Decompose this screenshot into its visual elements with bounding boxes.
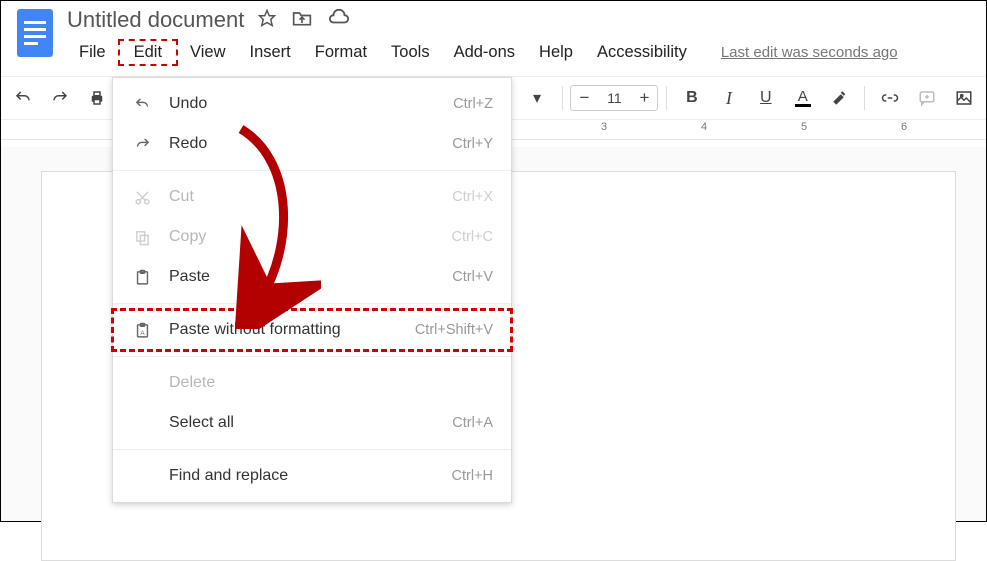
- highlight-color-button[interactable]: [823, 81, 856, 115]
- menu-file[interactable]: File: [67, 39, 118, 66]
- menu-addons[interactable]: Add-ons: [442, 39, 527, 66]
- undo-icon: [131, 96, 153, 113]
- cloud-status-icon[interactable]: [328, 9, 350, 32]
- menu-edit[interactable]: Edit: [118, 39, 178, 66]
- menu-item-label: Paste: [169, 268, 452, 286]
- redo-icon: [131, 136, 153, 153]
- menu-item-label: Paste without formatting: [169, 321, 415, 339]
- menu-item-shortcut: Ctrl+V: [452, 269, 493, 285]
- copy-icon: [131, 229, 153, 246]
- underline-button[interactable]: U: [749, 81, 782, 115]
- ruler-mark: 5: [801, 121, 807, 133]
- menu-item-find-and-replace[interactable]: Find and replace Ctrl+H: [113, 456, 511, 496]
- menu-item-label: Select all: [169, 414, 452, 432]
- menu-item-delete: Delete: [113, 363, 511, 403]
- style-dropdown-arrow-icon[interactable]: ▾: [521, 81, 554, 115]
- menubar: File Edit View Insert Format Tools Add-o…: [67, 39, 898, 66]
- menu-format[interactable]: Format: [303, 39, 379, 66]
- star-icon[interactable]: [258, 9, 276, 32]
- cut-icon: [131, 189, 153, 206]
- svg-text:A: A: [140, 329, 145, 336]
- menu-item-cut: Cut Ctrl+X: [113, 177, 511, 217]
- paste-plain-icon: A: [131, 322, 153, 339]
- menu-item-shortcut: Ctrl+H: [452, 468, 494, 484]
- document-title[interactable]: Untitled document: [67, 7, 244, 33]
- last-edit-link[interactable]: Last edit was seconds ago: [721, 44, 898, 61]
- font-size-increase-button[interactable]: +: [631, 88, 657, 108]
- font-size-decrease-button[interactable]: −: [571, 88, 597, 108]
- menu-item-label: Redo: [169, 135, 452, 153]
- font-size-control: − 11 +: [570, 85, 658, 111]
- italic-button[interactable]: I: [712, 81, 745, 115]
- bold-button[interactable]: B: [675, 81, 708, 115]
- menu-item-shortcut: Ctrl+Y: [452, 136, 493, 152]
- menu-item-copy: Copy Ctrl+C: [113, 217, 511, 257]
- menu-item-label: Delete: [169, 374, 493, 392]
- docs-logo-icon[interactable]: [17, 9, 53, 57]
- menu-insert[interactable]: Insert: [238, 39, 303, 66]
- menu-item-label: Undo: [169, 95, 453, 113]
- insert-link-button[interactable]: [873, 81, 906, 115]
- font-size-value[interactable]: 11: [597, 90, 631, 106]
- ruler-mark: 3: [601, 121, 607, 133]
- menu-view[interactable]: View: [178, 39, 237, 66]
- menu-item-label: Cut: [169, 188, 452, 206]
- print-button[interactable]: [81, 81, 114, 115]
- insert-image-button[interactable]: [947, 81, 980, 115]
- menu-item-shortcut: Ctrl+X: [452, 189, 493, 205]
- menu-tools[interactable]: Tools: [379, 39, 442, 66]
- menu-item-label: Copy: [169, 228, 452, 246]
- menu-item-select-all[interactable]: Select all Ctrl+A: [113, 403, 511, 443]
- menu-item-label: Find and replace: [169, 467, 452, 485]
- move-to-folder-icon[interactable]: [292, 9, 312, 32]
- menu-item-paste[interactable]: Paste Ctrl+V: [113, 257, 511, 297]
- undo-button[interactable]: [7, 81, 40, 115]
- ruler-mark: 6: [901, 121, 907, 133]
- menu-item-undo[interactable]: Undo Ctrl+Z: [113, 84, 511, 124]
- menu-item-shortcut: Ctrl+Z: [453, 96, 493, 112]
- paste-icon: [131, 269, 153, 286]
- redo-button[interactable]: [44, 81, 77, 115]
- menu-item-shortcut: Ctrl+C: [452, 229, 494, 245]
- ruler-mark: 4: [701, 121, 707, 133]
- text-color-button[interactable]: A: [786, 81, 819, 115]
- add-comment-button[interactable]: [910, 81, 943, 115]
- menu-item-shortcut: Ctrl+Shift+V: [415, 322, 493, 338]
- edit-dropdown-menu: Undo Ctrl+Z Redo Ctrl+Y Cut Ctrl+X Copy …: [112, 77, 512, 503]
- menu-item-paste-without-formatting[interactable]: A Paste without formatting Ctrl+Shift+V: [113, 310, 511, 350]
- menu-help[interactable]: Help: [527, 39, 585, 66]
- menu-item-redo[interactable]: Redo Ctrl+Y: [113, 124, 511, 164]
- menu-accessibility[interactable]: Accessibility: [585, 39, 699, 66]
- menu-item-shortcut: Ctrl+A: [452, 415, 493, 431]
